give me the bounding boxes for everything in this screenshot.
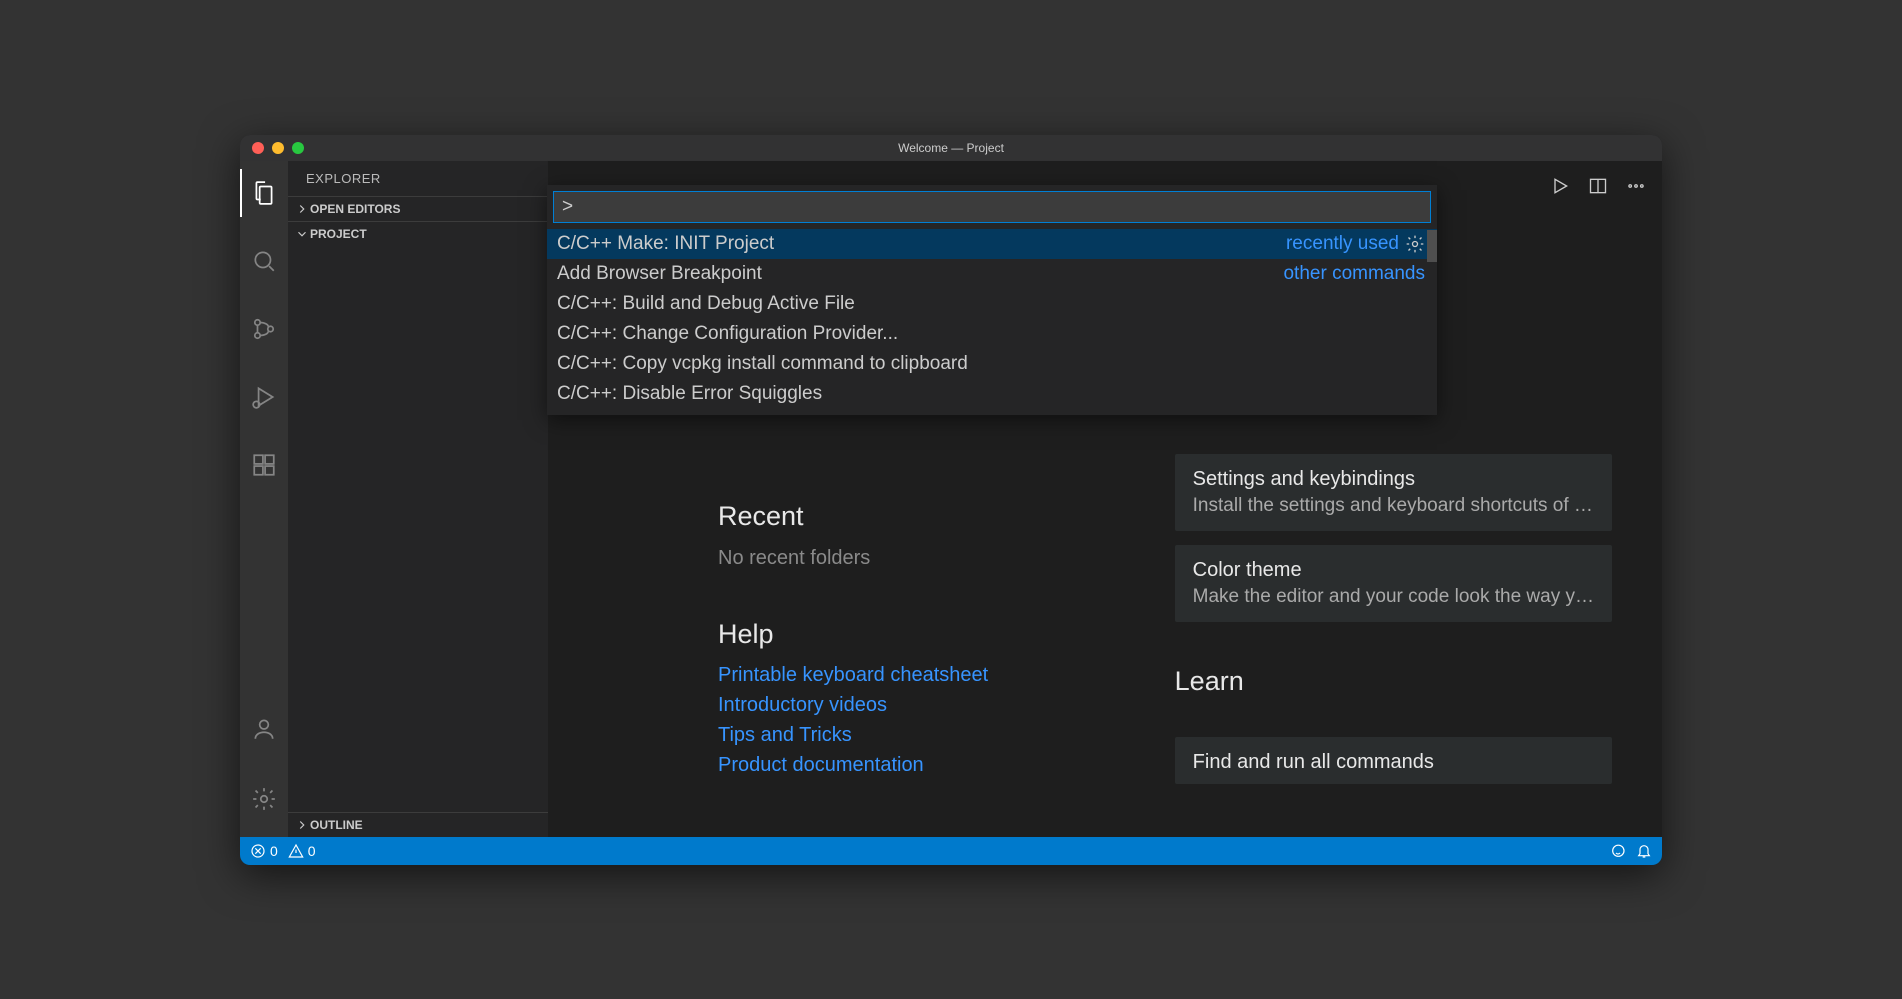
window-title: Welcome — Project <box>898 141 1004 155</box>
open-editors-section[interactable]: OPEN EDITORS <box>288 196 548 222</box>
status-errors[interactable]: 0 <box>250 843 278 859</box>
project-label: PROJECT <box>310 227 367 241</box>
command-palette: C/C++ Make: INIT Project recently used A… <box>547 185 1437 415</box>
outline-label: OUTLINE <box>310 818 363 832</box>
help-heading: Help <box>718 619 1095 650</box>
minimize-window-button[interactable] <box>272 142 284 154</box>
command-item[interactable]: C/C++: Change Configuration Provider... <box>547 319 1437 349</box>
status-bar: 0 0 <box>240 837 1662 865</box>
command-meta: other commands <box>1283 263 1425 285</box>
split-editor-icon[interactable] <box>1582 170 1614 202</box>
learn-find-commands-card[interactable]: Find and run all commands <box>1175 737 1612 784</box>
card-desc: Install the settings and keyboard shortc… <box>1193 495 1594 517</box>
debug-icon[interactable] <box>240 373 288 421</box>
customize-theme-card[interactable]: Color theme Make the editor and your cod… <box>1175 545 1612 622</box>
sidebar: EXPLORER OPEN EDITORS PROJECT OUTLINE <box>288 161 548 837</box>
titlebar: Welcome — Project <box>240 135 1662 161</box>
more-actions-icon[interactable] <box>1620 170 1652 202</box>
chevron-right-icon <box>294 817 310 833</box>
notifications-icon[interactable] <box>1636 843 1652 859</box>
customize-settings-card[interactable]: Settings and keybindings Install the set… <box>1175 454 1612 531</box>
card-desc: Make the editor and your code look the w… <box>1193 586 1594 608</box>
run-icon[interactable] <box>1544 170 1576 202</box>
explorer-icon[interactable] <box>240 169 288 217</box>
card-title: Find and run all commands <box>1193 751 1594 774</box>
command-item[interactable]: C/C++ Make: INIT Project recently used <box>547 229 1437 259</box>
command-item[interactable]: C/C++: Copy vcpkg install command to cli… <box>547 349 1437 379</box>
help-link-tips[interactable]: Tips and Tricks <box>718 720 1095 750</box>
learn-heading: Learn <box>1175 666 1612 697</box>
activity-bar <box>240 161 288 837</box>
outline-section[interactable]: OUTLINE <box>288 812 548 837</box>
card-title: Settings and keybindings <box>1193 468 1594 491</box>
command-label: C/C++: Change Configuration Provider... <box>557 323 898 345</box>
project-section[interactable]: PROJECT <box>288 222 548 246</box>
command-label: C/C++: Copy vcpkg install command to cli… <box>557 353 968 375</box>
help-link-videos[interactable]: Introductory videos <box>718 690 1095 720</box>
command-item[interactable]: C/C++: Build and Debug Active File <box>547 289 1437 319</box>
source-control-icon[interactable] <box>240 305 288 353</box>
command-label: C/C++: Disable Error Squiggles <box>557 383 822 405</box>
sidebar-title: EXPLORER <box>288 161 548 196</box>
command-label: C/C++: Build and Debug Active File <box>557 293 855 315</box>
status-warnings[interactable]: 0 <box>288 843 316 859</box>
command-palette-input[interactable] <box>553 191 1431 223</box>
command-item[interactable]: Add Browser Breakpoint other commands <box>547 259 1437 289</box>
open-editors-label: OPEN EDITORS <box>310 202 400 216</box>
recent-empty: No recent folders <box>718 542 1095 574</box>
help-link-docs[interactable]: Product documentation <box>718 750 1095 780</box>
app-window: Welcome — Project <box>240 135 1662 865</box>
recent-heading: Recent <box>718 501 1095 532</box>
account-icon[interactable] <box>240 705 288 753</box>
chevron-down-icon <box>294 226 310 242</box>
extensions-icon[interactable] <box>240 441 288 489</box>
settings-gear-icon[interactable] <box>240 775 288 823</box>
search-icon[interactable] <box>240 237 288 285</box>
command-item[interactable]: C/C++: Disable Error Squiggles <box>547 379 1437 409</box>
command-palette-list: C/C++ Make: INIT Project recently used A… <box>547 229 1437 415</box>
command-label: C/C++ Make: INIT Project <box>557 233 774 255</box>
feedback-icon[interactable] <box>1610 843 1626 859</box>
gear-icon[interactable] <box>1405 234 1425 254</box>
card-title: Color theme <box>1193 559 1594 582</box>
command-meta: recently used <box>1286 233 1399 255</box>
close-window-button[interactable] <box>252 142 264 154</box>
scrollbar[interactable] <box>1427 230 1437 262</box>
window-controls <box>240 142 304 154</box>
chevron-right-icon <box>294 201 310 217</box>
command-label: Add Browser Breakpoint <box>557 263 762 285</box>
zoom-window-button[interactable] <box>292 142 304 154</box>
help-link-cheatsheet[interactable]: Printable keyboard cheatsheet <box>718 660 1095 690</box>
